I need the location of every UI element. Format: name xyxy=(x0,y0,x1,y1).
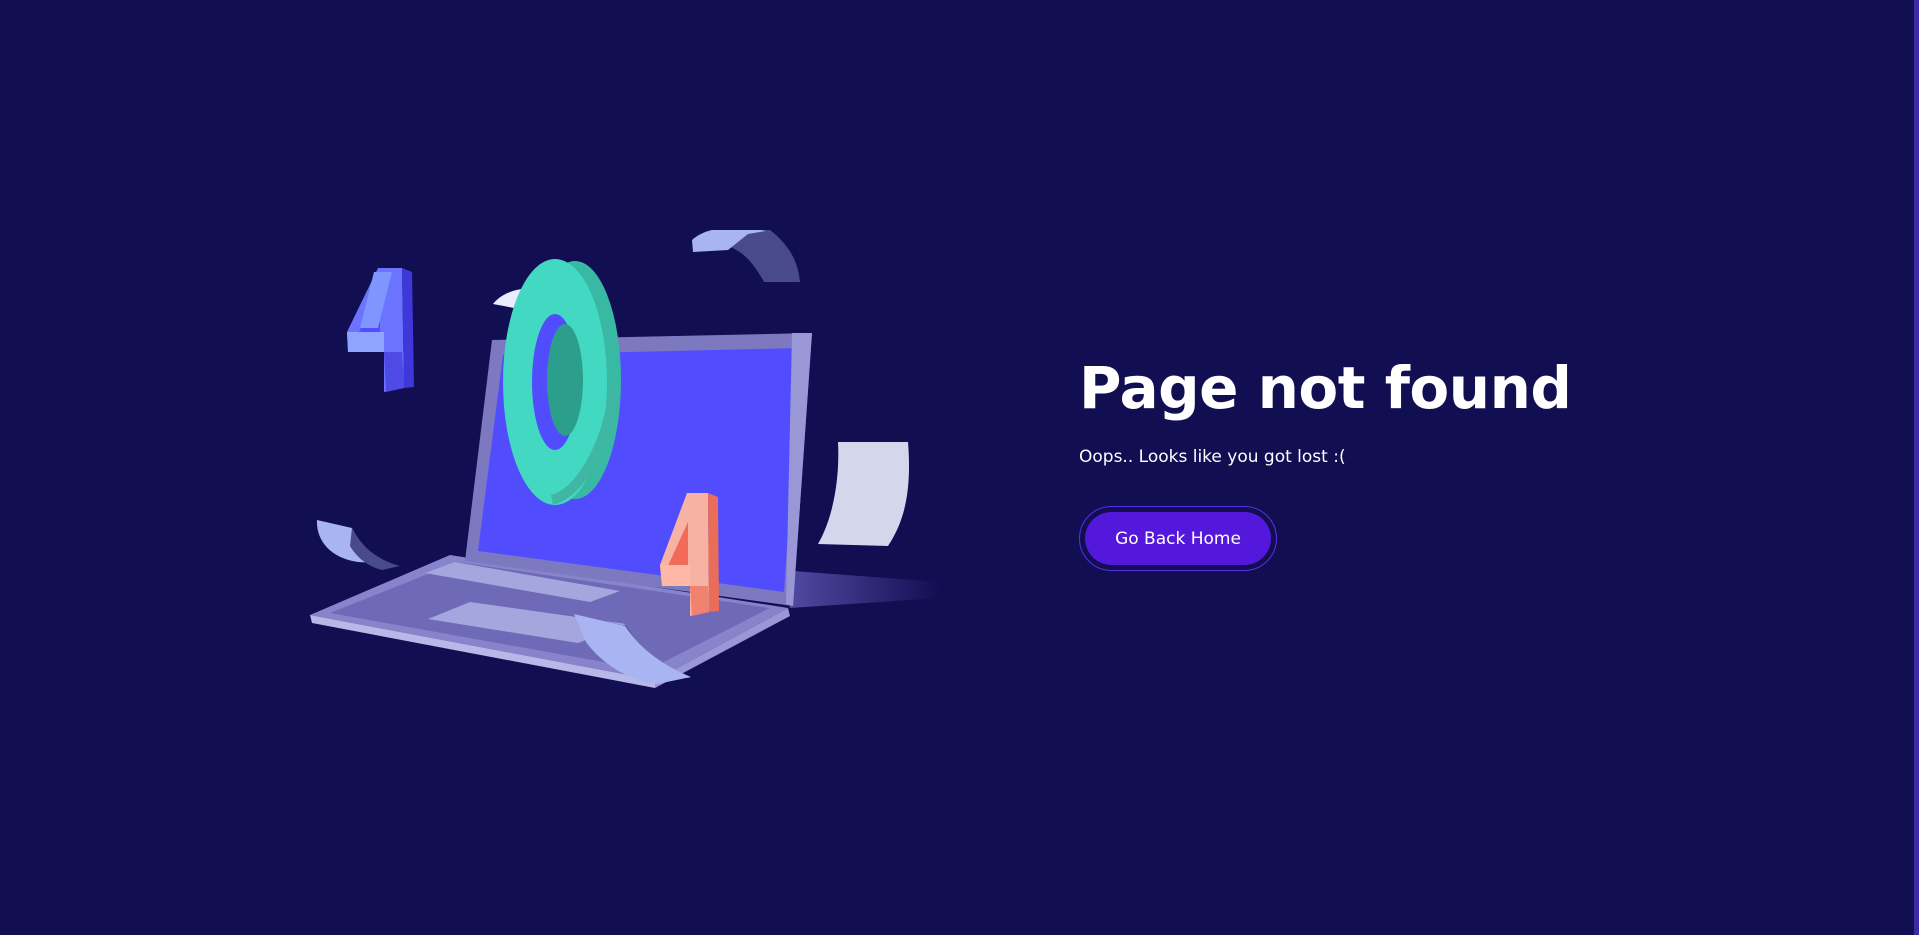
not-found-page: Page not found Oops.. Looks like you got… xyxy=(0,0,1919,935)
floating-paper-top-icon xyxy=(692,230,800,282)
go-back-home-button-ring: Go Back Home xyxy=(1079,506,1277,571)
digit-four-blue-icon xyxy=(347,268,414,392)
floating-paper-right-icon xyxy=(818,442,910,546)
scroll-edge xyxy=(1914,0,1919,935)
go-back-home-button[interactable]: Go Back Home xyxy=(1085,512,1271,565)
error-content: Page not found Oops.. Looks like you got… xyxy=(1079,355,1599,571)
page-title: Page not found xyxy=(1079,354,1572,422)
error-subtitle: Oops.. Looks like you got lost :( xyxy=(1079,447,1346,467)
404-illustration xyxy=(310,230,940,688)
digit-zero-teal-icon xyxy=(503,259,621,505)
floating-paper-left-icon xyxy=(316,520,400,570)
